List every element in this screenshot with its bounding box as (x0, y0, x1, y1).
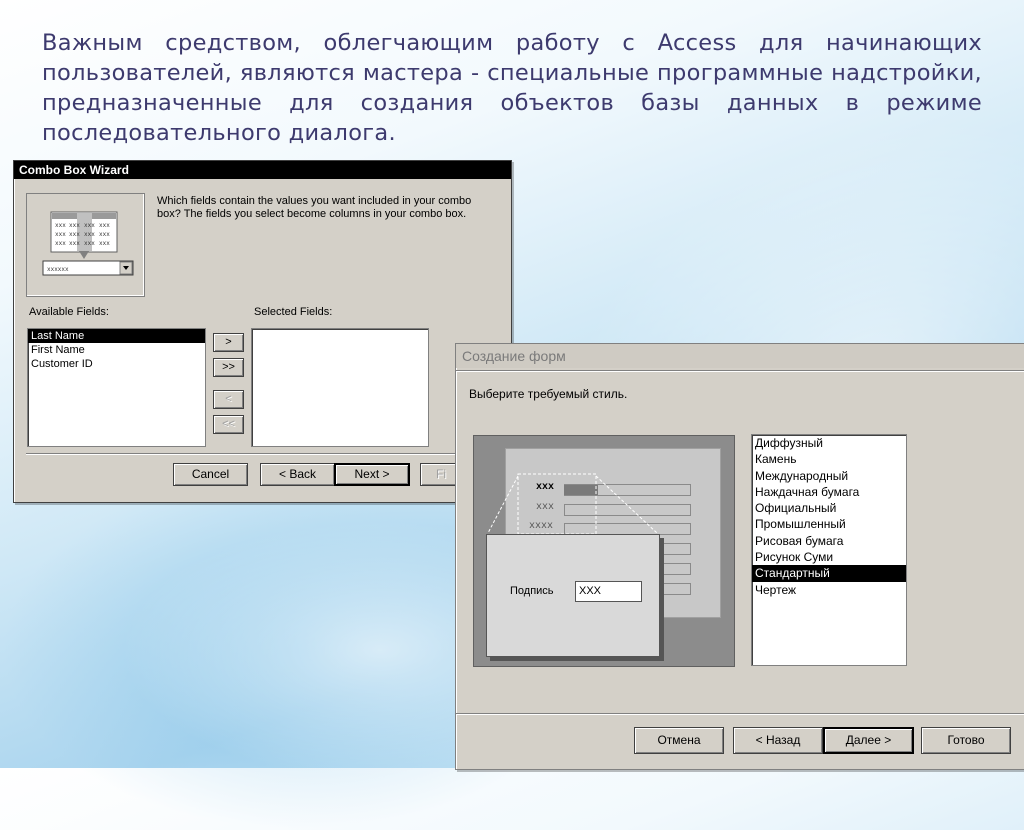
ill-cell: xxx (55, 222, 66, 229)
combo-wizard-separator (26, 453, 499, 455)
selected-fields-list[interactable] (251, 328, 429, 447)
list-item[interactable]: Last Name (28, 329, 205, 343)
remove-all-button[interactable]: << (213, 415, 244, 434)
list-item[interactable]: Чертеж (752, 582, 906, 598)
form-wizard-title: Создание форм (456, 344, 1024, 368)
next-button[interactable]: Далее > (823, 727, 914, 754)
cancel-button[interactable]: Cancel (173, 463, 248, 486)
available-fields-label: Available Fields: (29, 306, 109, 318)
list-item[interactable]: Рисовая бумага (752, 533, 906, 549)
combo-wizard-prompt: Which fields contain the values you want… (157, 195, 472, 220)
available-fields-list[interactable]: Last Name First Name Customer ID (27, 328, 206, 447)
back-button[interactable]: < Back (260, 463, 335, 486)
ill-cell: xxx (84, 231, 95, 238)
ill-cell: xxx (84, 222, 95, 229)
ill-cell: xxx (69, 222, 80, 229)
ill-cell: xxx (84, 240, 95, 247)
form-wizard-prompt: Выберите требуемый стиль. (469, 387, 628, 401)
list-item[interactable]: Customer ID (28, 357, 205, 371)
list-item[interactable]: Официальный (752, 500, 906, 516)
list-item[interactable]: Промышленный (752, 516, 906, 532)
next-button[interactable]: Next > (334, 463, 410, 486)
list-item-selected[interactable]: Стандартный (752, 565, 906, 582)
form-wizard-dialog: Создание форм Выберите требуемый стиль. … (455, 343, 1024, 770)
list-item[interactable]: First Name (28, 343, 205, 357)
ill-cell: xxx (69, 240, 80, 247)
cancel-button[interactable]: Отмена (634, 727, 724, 754)
list-item[interactable]: Наждачная бумага (752, 484, 906, 500)
preview-caption-field: XXX (575, 581, 642, 602)
combo-wizard-illustration: xxx xxx xxx xxx xxx xxx xxx xxx xxx xxx … (26, 193, 145, 297)
combo-wizard-title: Combo Box Wizard (14, 161, 511, 179)
ill-cell: xxx (99, 231, 110, 238)
move-all-button[interactable]: >> (213, 358, 244, 377)
back-button[interactable]: < Назад (733, 727, 823, 754)
ill-cell: xxx (55, 240, 66, 247)
slide-heading: Важным средством, облегчающим работу с A… (42, 30, 982, 146)
form-wizard-separator (456, 713, 1024, 715)
selected-fields-label: Selected Fields: (254, 306, 333, 318)
list-item[interactable]: Камень (752, 451, 906, 467)
ill-cell: xxx (99, 222, 110, 229)
style-list[interactable]: Диффузный Камень Международный Наждачная… (751, 434, 907, 666)
move-one-button[interactable]: > (213, 333, 244, 352)
preview-form-front: Подпись XXX (486, 534, 660, 657)
combo-box-wizard-dialog: Combo Box Wizard xxx xxx xxx xxx xxx xxx… (13, 160, 512, 503)
preview-caption-label: Подпись (510, 585, 554, 597)
form-wizard-title-separator (456, 370, 1024, 372)
combo-illustration-icon: xxx xxx xxx xxx xxx xxx xxx xxx xxx xxx … (42, 211, 134, 276)
ill-cell: xxx (55, 231, 66, 238)
list-item[interactable]: Международный (752, 468, 906, 484)
list-item[interactable]: Диффузный (752, 435, 906, 451)
remove-one-button[interactable]: < (213, 390, 244, 409)
finish-button[interactable]: Готово (921, 727, 1011, 754)
ill-cell: xxx (69, 231, 80, 238)
ill-cell: xxx (99, 240, 110, 247)
list-item[interactable]: Рисунок Суми (752, 549, 906, 565)
style-preview: xxx xxx xxxx Подпись XXX (473, 435, 735, 667)
ill-combo-text: xxxxxx (47, 266, 69, 273)
